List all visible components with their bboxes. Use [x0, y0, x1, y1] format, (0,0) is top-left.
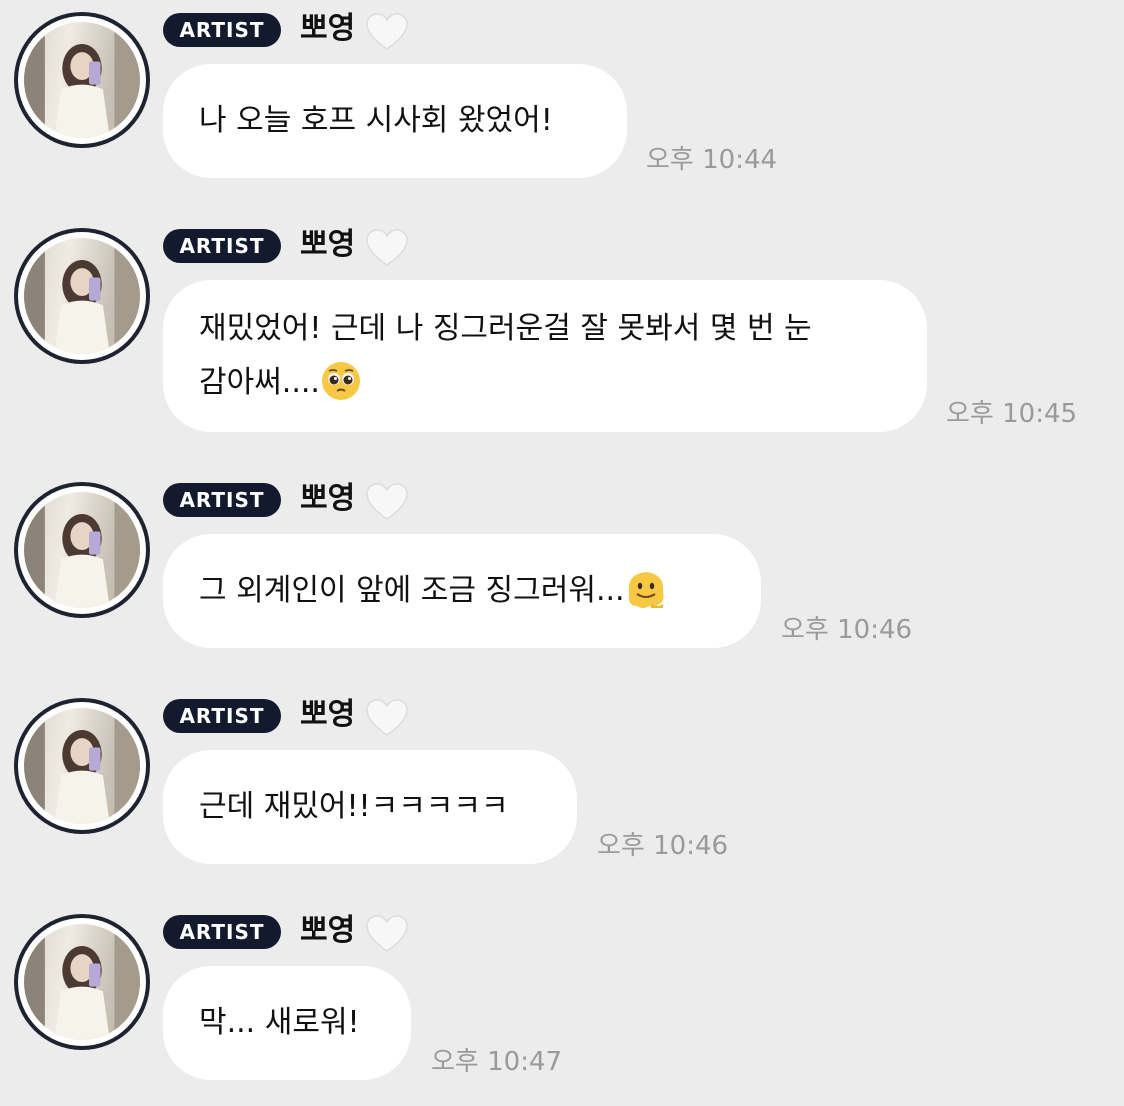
artist-badge: ARTIST	[163, 699, 281, 733]
avatar[interactable]	[14, 228, 150, 364]
message-bubble: 근데 재밌어!!ㅋㅋㅋㅋㅋ	[163, 750, 577, 864]
white-heart-icon	[366, 483, 408, 520]
artist-badge: ARTIST	[163, 229, 281, 263]
artist-badge: ARTIST	[163, 13, 281, 47]
pleading-face-emoji	[321, 362, 360, 400]
timestamp: 오후 10:45	[946, 399, 1078, 429]
message-text-line: 감아써....	[199, 356, 891, 410]
message-text: 근데 재밌어!!ㅋㅋㅋㅋㅋ	[199, 789, 509, 824]
message-bubble: 그 외계인이 앞에 조금 징그러워...	[163, 534, 761, 648]
white-heart-icon	[366, 915, 408, 952]
avatar[interactable]	[14, 482, 150, 618]
timestamp: 오후 10:46	[597, 831, 729, 861]
message-bubble: 막... 새로워!	[163, 966, 411, 1080]
avatar-photo	[24, 22, 140, 138]
white-heart-icon	[366, 13, 408, 50]
white-heart-icon	[366, 699, 408, 736]
message-bubble: 재밌었어! 근데 나 징그러운걸 잘 못봐서 몇 번 눈 감아써....	[163, 280, 927, 432]
timestamp: 오후 10:47	[431, 1047, 563, 1077]
melting-face-emoji	[628, 572, 664, 608]
artist-badge: ARTIST	[163, 483, 281, 517]
white-heart-icon	[366, 229, 408, 266]
message-text-line: 그 외계인이 앞에 조금 징그러워...	[199, 564, 725, 618]
avatar-photo	[24, 708, 140, 824]
avatar-photo	[24, 924, 140, 1040]
avatar-photo	[24, 492, 140, 608]
avatar-photo	[24, 238, 140, 354]
message-text: 나 오늘 호프 시사회 왔었어!	[199, 103, 553, 138]
timestamp: 오후 10:44	[646, 145, 778, 175]
message-text: 재밌었어! 근데 나 징그러운걸 잘 못봐서 몇 번 눈	[199, 311, 812, 346]
message-text: 감아써....	[199, 365, 320, 400]
avatar[interactable]	[14, 914, 150, 1050]
sender-name: 뽀영	[300, 227, 356, 262]
sender-name: 뽀영	[300, 697, 356, 732]
avatar[interactable]	[14, 12, 150, 148]
sender-name: 뽀영	[300, 481, 356, 516]
artist-badge: ARTIST	[163, 915, 281, 949]
sender-name: 뽀영	[300, 913, 356, 948]
message-text: 그 외계인이 앞에 조금 징그러워...	[199, 573, 625, 608]
message-bubble: 나 오늘 호프 시사회 왔었어!	[163, 64, 627, 178]
message-text: 막... 새로워!	[199, 1005, 360, 1040]
sender-name: 뽀영	[300, 11, 356, 46]
timestamp: 오후 10:46	[781, 615, 913, 645]
avatar[interactable]	[14, 698, 150, 834]
